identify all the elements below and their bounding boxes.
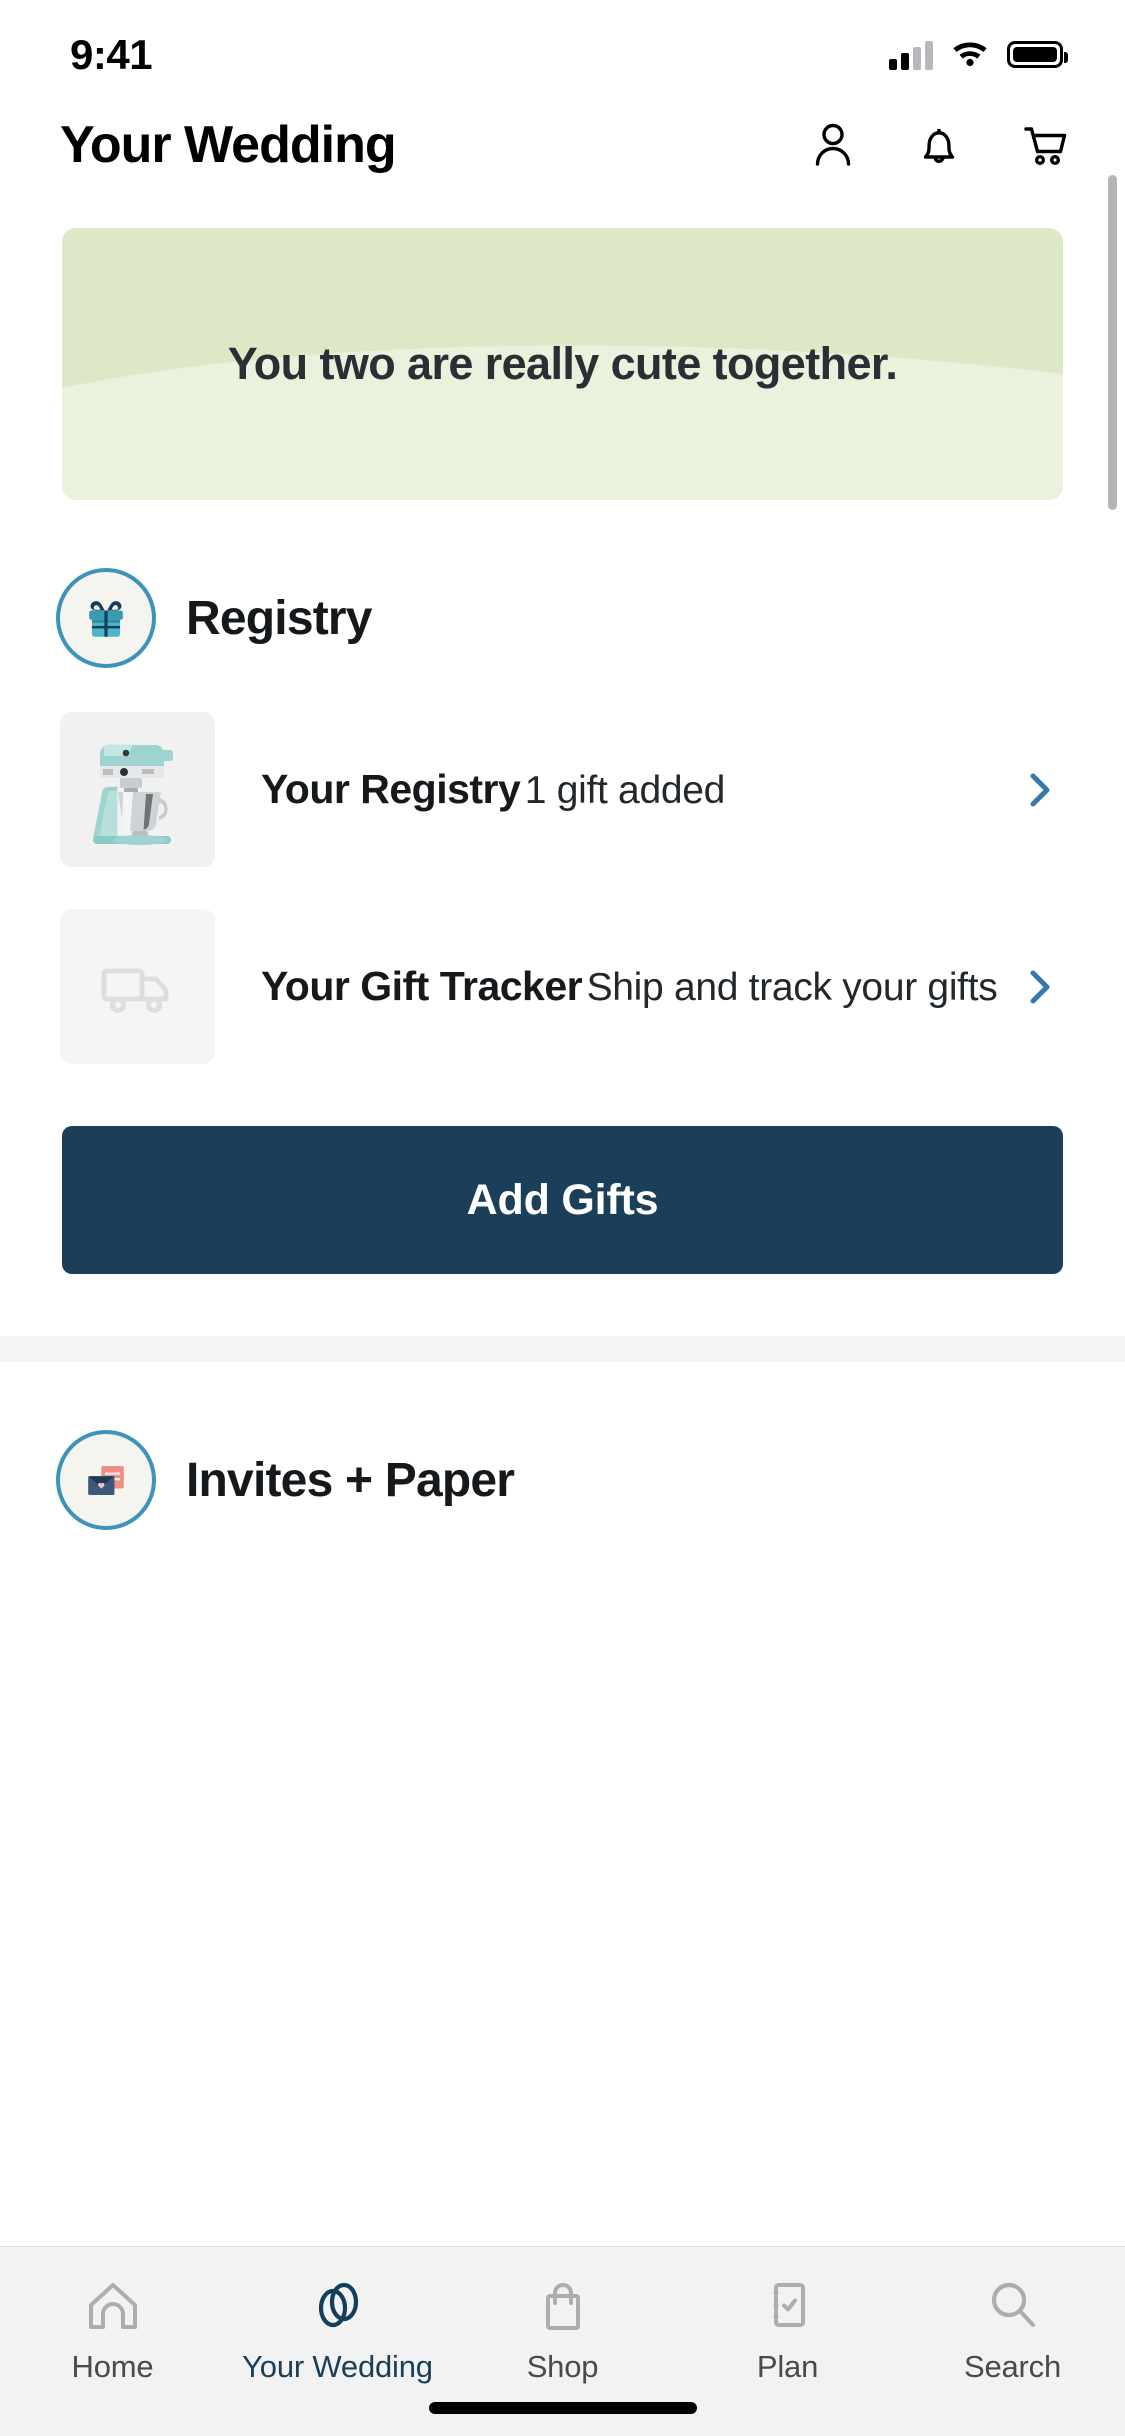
main-scroll-area[interactable]: You two are really cute together. Regist… — [0, 195, 1125, 2246]
section-title: Registry — [186, 591, 372, 645]
status-bar: 9:41 — [0, 0, 1125, 95]
list-item-title: Your Gift Tracker — [261, 963, 583, 1010]
wifi-icon — [951, 37, 989, 72]
wedding-rings-icon — [306, 2273, 370, 2337]
vertical-scrollbar[interactable] — [1108, 175, 1117, 510]
checklist-icon — [756, 2273, 820, 2337]
stand-mixer-photo — [60, 712, 215, 867]
cellular-signal-icon — [889, 40, 933, 70]
tab-label: Shop — [526, 2349, 599, 2384]
list-item-text: Your Gift Tracker Ship and track your gi… — [215, 962, 1017, 1010]
tab-label: Search — [963, 2349, 1062, 2384]
chevron-right-icon[interactable] — [1017, 964, 1063, 1010]
list-item-your-registry[interactable]: Your Registry 1 gift added — [0, 712, 1125, 867]
battery-full-icon — [1007, 41, 1068, 68]
list-item-subtitle: Ship and track your gifts — [586, 966, 998, 1010]
gift-box-icon — [56, 568, 156, 668]
notifications-bell-icon[interactable] — [911, 117, 967, 173]
tab-label: Plan — [756, 2349, 819, 2384]
header-actions — [805, 117, 1073, 173]
greeting-banner-text: You two are really cute together. — [227, 338, 898, 389]
greeting-banner: You two are really cute together. — [62, 228, 1063, 500]
tab-plan[interactable]: Plan — [675, 2273, 900, 2385]
chevron-right-icon[interactable] — [1017, 767, 1063, 813]
envelope-card-icon — [56, 1430, 156, 1530]
delivery-truck-icon — [60, 909, 215, 1064]
tab-your-wedding[interactable]: Your Wedding — [225, 2273, 450, 2385]
list-item-subtitle: 1 gift added — [524, 769, 726, 813]
page-title: Your Wedding — [60, 116, 397, 174]
search-icon — [981, 2273, 1045, 2337]
home-indicator — [428, 2402, 697, 2414]
list-item-text: Your Registry 1 gift added — [215, 765, 1017, 813]
tab-shop[interactable]: Shop — [450, 2273, 675, 2385]
home-icon — [81, 2273, 145, 2337]
list-item-your-gift-tracker[interactable]: Your Gift Tracker Ship and track your gi… — [0, 909, 1125, 1064]
profile-icon[interactable] — [805, 117, 861, 173]
section-divider — [0, 1336, 1125, 1362]
section-header-invites-paper[interactable]: Invites + Paper — [0, 1362, 1125, 1530]
shopping-bag-icon — [531, 2273, 595, 2337]
tab-label: Home — [71, 2349, 154, 2384]
tab-label: Your Wedding — [242, 2349, 433, 2384]
status-bar-time: 9:41 — [70, 30, 153, 78]
app-header: Your Wedding — [0, 95, 1125, 195]
list-item-title: Your Registry — [261, 766, 521, 813]
section-title: Invites + Paper — [186, 1453, 515, 1507]
section-header-registry[interactable]: Registry — [0, 500, 1125, 668]
tab-home[interactable]: Home — [0, 2273, 225, 2385]
shopping-cart-icon[interactable] — [1017, 117, 1073, 173]
status-bar-indicators — [889, 23, 1068, 72]
tab-search[interactable]: Search — [900, 2273, 1125, 2385]
add-gifts-button[interactable]: Add Gifts — [62, 1126, 1063, 1274]
